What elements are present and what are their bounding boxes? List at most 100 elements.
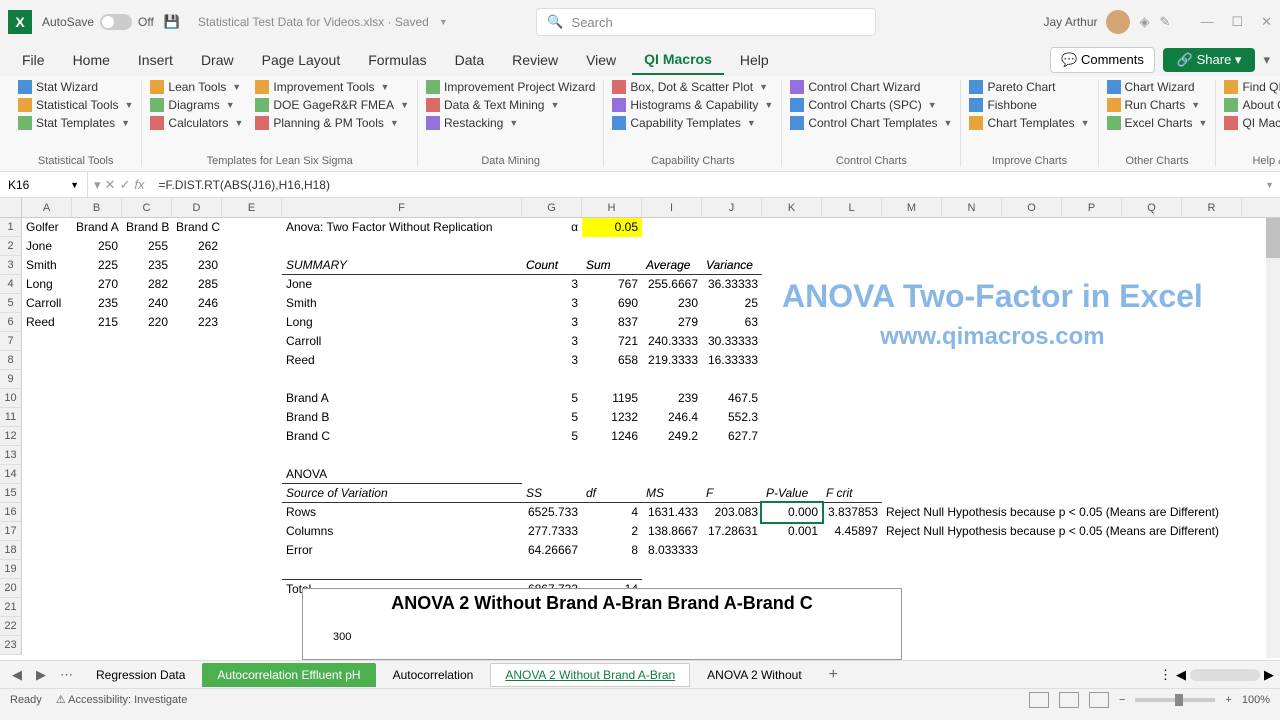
ribbon-stat-templates[interactable]: Stat Templates▼ (18, 116, 133, 130)
row-header-12[interactable]: 12 (0, 427, 21, 446)
scroll-thumb[interactable] (1266, 218, 1280, 258)
page-layout-view-button[interactable] (1059, 692, 1079, 708)
row-header-3[interactable]: 3 (0, 256, 21, 275)
zoom-slider[interactable] (1135, 698, 1215, 702)
cell-G1[interactable]: α (522, 218, 582, 237)
cell-F14[interactable]: ANOVA (282, 465, 522, 484)
cell-M16[interactable]: Reject Null Hypothesis because p < 0.05 … (882, 503, 1262, 522)
cell-B6[interactable]: 215 (72, 313, 122, 332)
ribbon-control-charts-spc-[interactable]: Control Charts (SPC)▼ (790, 98, 952, 112)
cell-F17[interactable]: Columns (282, 522, 522, 541)
cell-G3[interactable]: Count (522, 256, 582, 275)
cell-F10[interactable]: Brand A (282, 389, 522, 408)
cell-D2[interactable]: 262 (172, 237, 222, 256)
cell-C1[interactable]: Brand B (122, 218, 172, 237)
row-header-2[interactable]: 2 (0, 237, 21, 256)
selected-cell[interactable] (762, 503, 822, 522)
cell-M17[interactable]: Reject Null Hypothesis because p < 0.05 … (882, 522, 1262, 541)
cell-F16[interactable]: Rows (282, 503, 522, 522)
cell-I16[interactable]: 1631.433 (642, 503, 702, 522)
cell-C5[interactable]: 240 (122, 294, 172, 313)
col-header-C[interactable]: C (122, 198, 172, 217)
row-header-19[interactable]: 19 (0, 560, 21, 579)
sheet-tab-1[interactable]: Autocorrelation Effluent pH (202, 663, 375, 687)
cell-I17[interactable]: 138.8667 (642, 522, 702, 541)
tab-view[interactable]: View (574, 46, 628, 74)
tab-home[interactable]: Home (61, 46, 122, 74)
share-button[interactable]: 🔗 Share ▾ (1163, 48, 1256, 72)
cell-J11[interactable]: 552.3 (702, 408, 762, 427)
close-button[interactable]: ✕ (1261, 14, 1272, 30)
pen-icon[interactable]: ✎ (1160, 14, 1171, 30)
row-header-8[interactable]: 8 (0, 351, 21, 370)
cell-L15[interactable]: F crit (822, 484, 882, 503)
ribbon-doe-gager-r-fmea[interactable]: DOE GageR&R FMEA▼ (255, 98, 409, 112)
cell-G15[interactable]: SS (522, 484, 582, 503)
cell-J12[interactable]: 627.7 (702, 427, 762, 446)
row-header-6[interactable]: 6 (0, 313, 21, 332)
zoom-out-button[interactable]: − (1119, 694, 1125, 706)
cell-G18[interactable]: 64.26667 (522, 541, 582, 560)
cell-F18[interactable]: Error (282, 541, 522, 560)
cell-F15[interactable]: Source of Variation (282, 484, 522, 503)
ribbon-control-chart-templates[interactable]: Control Chart Templates▼ (790, 116, 952, 130)
cell-A6[interactable]: Reed (22, 313, 72, 332)
cell-B2[interactable]: 250 (72, 237, 122, 256)
cell-H15[interactable]: df (582, 484, 642, 503)
page-break-view-button[interactable] (1089, 692, 1109, 708)
ribbon-planning-pm-tools[interactable]: Planning & PM Tools▼ (255, 116, 409, 130)
ribbon-improvement-project-wizard[interactable]: Improvement Project Wizard (426, 80, 595, 94)
diamond-icon[interactable]: ◈ (1140, 14, 1150, 30)
user-account[interactable]: Jay Arthur (1044, 10, 1130, 34)
cell-G10[interactable]: 5 (522, 389, 582, 408)
sheet-nav-menu[interactable]: ⋯ (54, 667, 79, 683)
cell-L17[interactable]: 4.45897 (822, 522, 882, 541)
normal-view-button[interactable] (1029, 692, 1049, 708)
cell-B4[interactable]: 270 (72, 275, 122, 294)
cell-J7[interactable]: 30.33333 (702, 332, 762, 351)
sheet-tab-4[interactable]: ANOVA 2 Without (692, 663, 816, 687)
row-header-16[interactable]: 16 (0, 503, 21, 522)
hscroll-track[interactable] (1190, 669, 1260, 681)
col-header-A[interactable]: A (22, 198, 72, 217)
cell-G11[interactable]: 5 (522, 408, 582, 427)
vertical-scrollbar[interactable] (1266, 218, 1280, 658)
sheet-tab-3[interactable]: ANOVA 2 Without Brand A-Bran (490, 663, 690, 687)
cell-I5[interactable]: 230 (642, 294, 702, 313)
col-header-Q[interactable]: Q (1122, 198, 1182, 217)
row-header-11[interactable]: 11 (0, 408, 21, 427)
col-header-M[interactable]: M (882, 198, 942, 217)
save-icon[interactable]: 💾 (164, 14, 180, 30)
tab-draw[interactable]: Draw (189, 46, 246, 74)
tab-qi-macros[interactable]: QI Macros (632, 45, 724, 75)
cell-K17[interactable]: 0.001 (762, 522, 822, 541)
ribbon-improvement-tools[interactable]: Improvement Tools▼ (255, 80, 409, 94)
cell-F12[interactable]: Brand C (282, 427, 522, 446)
zoom-level[interactable]: 100% (1242, 694, 1270, 706)
ribbon-qi-macros-help[interactable]: QI Macros Help▼ (1224, 116, 1280, 130)
cell-I10[interactable]: 239 (642, 389, 702, 408)
ribbon-control-chart-wizard[interactable]: Control Chart Wizard (790, 80, 952, 94)
autosave-toggle[interactable]: AutoSave Off (42, 14, 154, 30)
cell-G8[interactable]: 3 (522, 351, 582, 370)
row-header-17[interactable]: 17 (0, 522, 21, 541)
cell-G16[interactable]: 6525.733 (522, 503, 582, 522)
ribbon-chart-wizard[interactable]: Chart Wizard (1107, 80, 1208, 94)
cell-B1[interactable]: Brand A (72, 218, 122, 237)
cell-B3[interactable]: 225 (72, 256, 122, 275)
cell-J10[interactable]: 467.5 (702, 389, 762, 408)
cell-G17[interactable]: 277.7333 (522, 522, 582, 541)
tab-insert[interactable]: Insert (126, 46, 185, 74)
sheet-nav-next[interactable]: ▶ (30, 667, 52, 683)
cell-I15[interactable]: MS (642, 484, 702, 503)
cancel-icon[interactable]: ✕ (105, 177, 116, 193)
ribbon-about-qi-macros[interactable]: About QI Macros (1224, 98, 1280, 112)
ribbon-calculators[interactable]: Calculators▼ (150, 116, 243, 130)
cell-J5[interactable]: 25 (702, 294, 762, 313)
col-header-J[interactable]: J (702, 198, 762, 217)
ribbon-diagrams[interactable]: Diagrams▼ (150, 98, 243, 112)
cell-I4[interactable]: 255.6667 (642, 275, 702, 294)
ribbon-stat-wizard[interactable]: Stat Wizard (18, 80, 133, 94)
cell-A5[interactable]: Carroll (22, 294, 72, 313)
row-header-7[interactable]: 7 (0, 332, 21, 351)
